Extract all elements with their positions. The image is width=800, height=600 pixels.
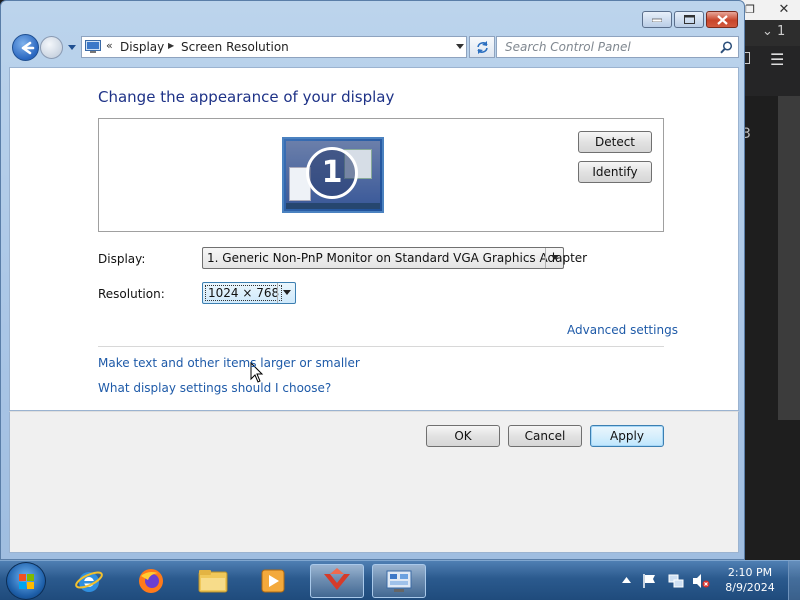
breadcrumb-arrow-icon[interactable]: ▶ [168, 41, 174, 50]
minimize-icon [652, 18, 662, 22]
refresh-icon [477, 41, 488, 54]
advanced-settings-link[interactable]: Advanced settings [567, 323, 678, 337]
button-bar: OK Cancel Apply [9, 411, 739, 553]
text-size-link[interactable]: Make text and other items larger or smal… [98, 356, 360, 370]
background-scrollbar[interactable] [778, 96, 800, 420]
breadcrumb-screen-resolution[interactable]: Screen Resolution [181, 40, 289, 54]
firefox-icon [139, 569, 163, 593]
cancel-button[interactable]: Cancel [508, 425, 582, 447]
screen-resolution-window: « Display ▶ Screen Resolution Change the… [0, 0, 745, 560]
taskbar: 2:10 PM 8/9/2024 [0, 560, 800, 600]
breadcrumb-overflow[interactable]: « [106, 39, 113, 52]
close-icon [716, 14, 728, 25]
display-settings-help-link[interactable]: What display settings should I choose? [98, 381, 331, 395]
detect-button[interactable]: Detect [578, 131, 652, 153]
taskbar-red-app[interactable] [310, 564, 364, 598]
resolution-dropdown-arrow[interactable] [277, 283, 295, 303]
taskbar-file-explorer[interactable] [186, 564, 240, 598]
identify-button[interactable]: Identify [578, 161, 652, 183]
control-panel-icon [386, 570, 412, 592]
page-title: Change the appearance of your display [98, 88, 395, 106]
resolution-label: Resolution: [98, 287, 165, 301]
back-arrow-icon [21, 41, 35, 55]
red-app-icon [324, 568, 350, 590]
action-center-flag-icon[interactable] [642, 573, 656, 589]
internet-explorer-icon [75, 571, 103, 592]
chevron-down-icon [551, 255, 559, 260]
background-tab-number[interactable]: ⌄ 1 [762, 24, 785, 39]
maximize-icon [683, 15, 695, 24]
search-icon[interactable] [720, 41, 733, 54]
refresh-button[interactable] [469, 36, 495, 58]
close-button[interactable] [706, 11, 738, 28]
address-bar[interactable]: « Display ▶ Screen Resolution [81, 36, 467, 58]
windows-logo-icon [19, 574, 34, 589]
taskbar-internet-explorer[interactable] [62, 564, 116, 598]
display-dropdown-arrow[interactable] [545, 248, 563, 268]
monitor-preview-box: 1 Detect Identify [98, 118, 664, 232]
ok-button[interactable]: OK [426, 425, 500, 447]
monitor-taskbar-graphic [286, 203, 380, 209]
monitor-number: 1 [306, 147, 358, 199]
taskbar-firefox[interactable] [124, 564, 178, 598]
forward-button[interactable] [40, 36, 63, 59]
clock-date: 8/9/2024 [725, 581, 775, 594]
show-hidden-icons-arrow[interactable] [622, 576, 631, 584]
network-icon[interactable] [668, 573, 684, 589]
divider [98, 346, 664, 347]
hamburger-menu-icon[interactable]: ☰ [770, 50, 784, 69]
address-dropdown-icon[interactable] [456, 44, 464, 50]
folder-icon [198, 570, 228, 593]
back-button[interactable] [12, 34, 39, 61]
apply-button[interactable]: Apply [590, 425, 664, 447]
display-select-value: 1. Generic Non-PnP Monitor on Standard V… [207, 251, 588, 265]
display-select[interactable]: 1. Generic Non-PnP Monitor on Standard V… [202, 247, 587, 269]
chevron-down-icon [283, 290, 291, 295]
search-box[interactable] [496, 36, 739, 58]
volume-muted-icon[interactable] [692, 573, 710, 589]
media-player-icon [261, 569, 285, 593]
minimize-button[interactable] [642, 11, 672, 28]
resolution-select-value: 1024 × 768 [205, 285, 283, 301]
breadcrumb-display[interactable]: Display [120, 40, 164, 54]
display-label: Display: [98, 252, 146, 266]
close-icon[interactable]: ✕ [768, 0, 800, 20]
background-app-window: ❐ ✕ ⌄ 1 ☰ 3 [738, 0, 800, 560]
search-input[interactable] [497, 37, 712, 57]
caption-buttons [642, 11, 738, 28]
taskbar-media-player[interactable] [246, 564, 300, 598]
content-pane: Change the appearance of your display 1 … [9, 67, 739, 411]
clock-time: 2:10 PM [727, 566, 773, 579]
maximize-button[interactable] [674, 11, 704, 28]
recent-pages-icon[interactable] [67, 44, 77, 52]
system-clock[interactable]: 2:10 PM 8/9/2024 [718, 565, 782, 595]
start-button[interactable] [6, 562, 46, 600]
monitor-1-icon[interactable]: 1 [282, 137, 384, 213]
show-desktop-button[interactable] [788, 561, 800, 600]
navigation-bar: « Display ▶ Screen Resolution [9, 32, 739, 64]
resolution-select[interactable]: 1024 × 768 [202, 282, 296, 304]
control-panel-icon [85, 40, 101, 53]
taskbar-control-panel[interactable] [372, 564, 426, 598]
